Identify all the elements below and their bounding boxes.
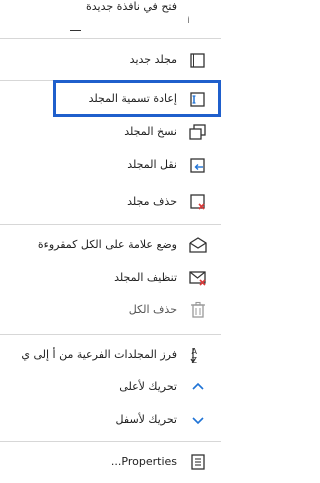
delete-all-icon: [187, 299, 209, 321]
menu-item-label: فرز المجلدات الفرعية من أ إلى ي: [21, 348, 177, 361]
menu-item-rename-folder[interactable]: إعادة تسمية المجلد: [0, 84, 221, 114]
menu-item-mark-all-read[interactable]: وضع علامة على الكل كمقروءة: [0, 230, 221, 260]
menu-item-label: حذف الكل: [128, 303, 177, 316]
properties-icon: [187, 451, 209, 473]
clean-folder-icon: [187, 267, 209, 289]
menu-item-label: نقل المجلد: [127, 158, 177, 171]
separator: [0, 224, 221, 225]
menu-item-clean-folder[interactable]: تنظيف المجلد: [0, 263, 221, 293]
menu-item-label: تنظيف المجلد: [114, 271, 177, 284]
mark-read-envelope-icon: [187, 234, 209, 256]
menu-item-label: تحريك لأعلى: [119, 380, 177, 393]
menu-item-new-folder[interactable]: مجلد جديد: [0, 45, 221, 75]
separator: [0, 441, 221, 442]
chevron-down-icon: [187, 409, 209, 431]
menu-item-sort-subfolders[interactable]: AZ فرز المجلدات الفرعية من أ إلى ي: [0, 340, 221, 370]
sort-az-icon: AZ: [187, 344, 209, 366]
menu-item-move-down[interactable]: تحريك لأسفل: [0, 405, 221, 435]
rename-folder-icon: [187, 88, 209, 110]
menu-item-move-up[interactable]: تحريك لأعلى: [0, 372, 221, 402]
open-new-window-icon: I-a: [187, 6, 209, 28]
svg-text:I-a: I-a: [188, 9, 190, 27]
menu-item-label: إعادة تسمية المجلد: [88, 92, 177, 105]
menu-item-label: مجلد جديد: [129, 53, 177, 66]
folder-context-menu: I-a فتح في نافذة جديدة مجلد جديد إعادة ت…: [0, 0, 221, 483]
menu-item-label: تحريك لأسفل: [115, 413, 177, 426]
copy-folder-icon: [187, 121, 209, 143]
menu-item-label: وضع علامة على الكل كمقروءة: [37, 238, 177, 251]
menu-item-move-folder[interactable]: نقل المجلد: [0, 150, 221, 180]
menu-item-label: فتح في نافذة جديدة: [86, 0, 177, 13]
delete-folder-icon: [187, 191, 209, 213]
menu-item-delete-folder[interactable]: حذف مجلد: [0, 187, 221, 217]
new-window-underline-decor: [70, 20, 87, 39]
new-folder-icon: [187, 49, 209, 71]
separator: [0, 334, 221, 335]
move-folder-icon: [187, 154, 209, 176]
chevron-up-icon: [187, 376, 209, 398]
menu-item-label: نسخ المجلد: [124, 125, 177, 138]
menu-item-properties[interactable]: Properties...: [0, 447, 221, 477]
separator: [0, 38, 221, 39]
menu-item-open-new-window[interactable]: I-a فتح في نافذة جديدة: [0, 0, 221, 32]
menu-item-copy-folder[interactable]: نسخ المجلد: [0, 117, 221, 147]
menu-item-label: حذف مجلد: [127, 195, 177, 208]
menu-item-delete-all[interactable]: حذف الكل: [0, 295, 221, 325]
menu-item-label: Properties...: [110, 455, 177, 468]
